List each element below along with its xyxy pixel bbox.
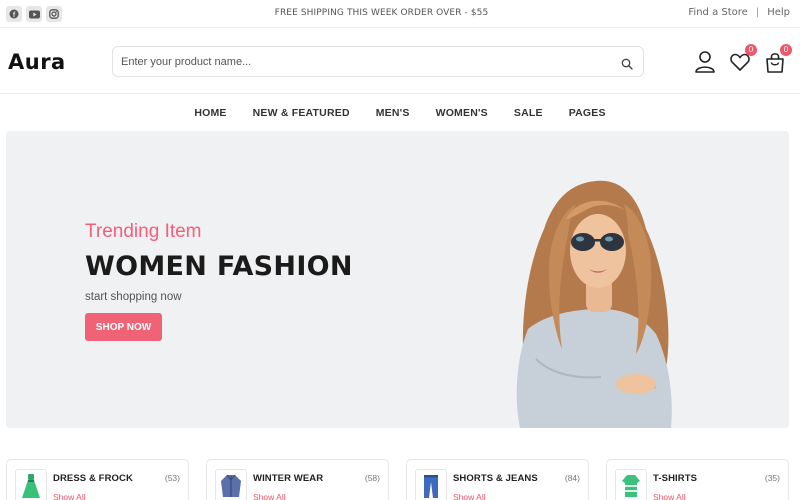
show-all-link[interactable]: Show All — [53, 492, 86, 500]
nav-item-pages[interactable]: PAGES — [569, 107, 606, 119]
search-input[interactable] — [121, 47, 601, 76]
shipping-banner: FREE SHIPPING THIS WEEK ORDER OVER - $55 — [274, 8, 489, 18]
nav-item-new-featured[interactable]: NEW & FEATURED — [253, 107, 350, 119]
category-name: DRESS & FROCK — [53, 473, 133, 484]
nav-item-home[interactable]: HOME — [194, 107, 226, 119]
search-box — [112, 46, 644, 77]
jeans-icon — [415, 469, 447, 500]
show-all-link[interactable]: Show All — [453, 492, 486, 500]
help-link[interactable]: Help — [767, 7, 790, 18]
hero-text: start shopping now — [85, 291, 182, 303]
hero-banner: Trending Item WOMEN FASHION start shoppi… — [6, 131, 789, 428]
top-links-separator: | — [755, 7, 760, 18]
category-name: WINTER WEAR — [253, 473, 324, 484]
find-store-link[interactable]: Find a Store — [688, 7, 747, 18]
dress-icon — [15, 469, 47, 500]
category-card[interactable]: DRESS & FROCK (53) Show All — [6, 459, 189, 500]
category-name: SHORTS & JEANS — [453, 473, 538, 484]
category-count: (35) — [764, 473, 780, 483]
main-nav: HOME NEW & FEATURED MEN'S WOMEN'S SALE P… — [0, 95, 800, 131]
category-card[interactable]: T-SHIRTS (35) Show All — [606, 459, 789, 500]
category-name: T-SHIRTS — [653, 473, 698, 484]
jacket-icon — [215, 469, 247, 500]
cart-count-badge: 0 — [780, 44, 792, 56]
wishlist-icon[interactable]: 0 — [729, 44, 757, 74]
nav-item-mens[interactable]: MEN'S — [376, 107, 410, 119]
hero-subtitle: Trending Item — [85, 221, 202, 242]
category-card[interactable]: SHORTS & JEANS (84) Show All — [406, 459, 589, 500]
wishlist-count-badge: 0 — [745, 44, 757, 56]
category-card[interactable]: WINTER WEAR (58) Show All — [206, 459, 389, 500]
tshirt-icon — [615, 469, 647, 500]
category-count: (53) — [164, 473, 180, 483]
nav-item-womens[interactable]: WOMEN'S — [436, 107, 488, 119]
logo[interactable]: Aura — [8, 50, 66, 74]
nav-item-sale[interactable]: SALE — [514, 107, 543, 119]
category-count: (58) — [364, 473, 380, 483]
show-all-link[interactable]: Show All — [253, 492, 286, 500]
category-count: (84) — [564, 473, 580, 483]
top-bar: f FREE SHIPPING THIS WEEK ORDER OVER - $… — [0, 0, 800, 28]
header: Aura 0 0 — [0, 28, 800, 94]
user-icon[interactable] — [694, 50, 716, 74]
header-icons: 0 0 — [694, 44, 794, 80]
top-links: Find a Store | Help — [688, 7, 790, 18]
hero-title: WOMEN FASHION — [85, 251, 353, 282]
show-all-link[interactable]: Show All — [653, 492, 686, 500]
cart-icon[interactable]: 0 — [764, 44, 792, 74]
hero-model-image — [516, 180, 672, 428]
shop-now-button[interactable]: SHOP NOW — [85, 313, 162, 341]
category-strip: DRESS & FROCK (53) Show All WINTER WEAR … — [0, 459, 800, 500]
search-icon[interactable] — [621, 55, 635, 70]
